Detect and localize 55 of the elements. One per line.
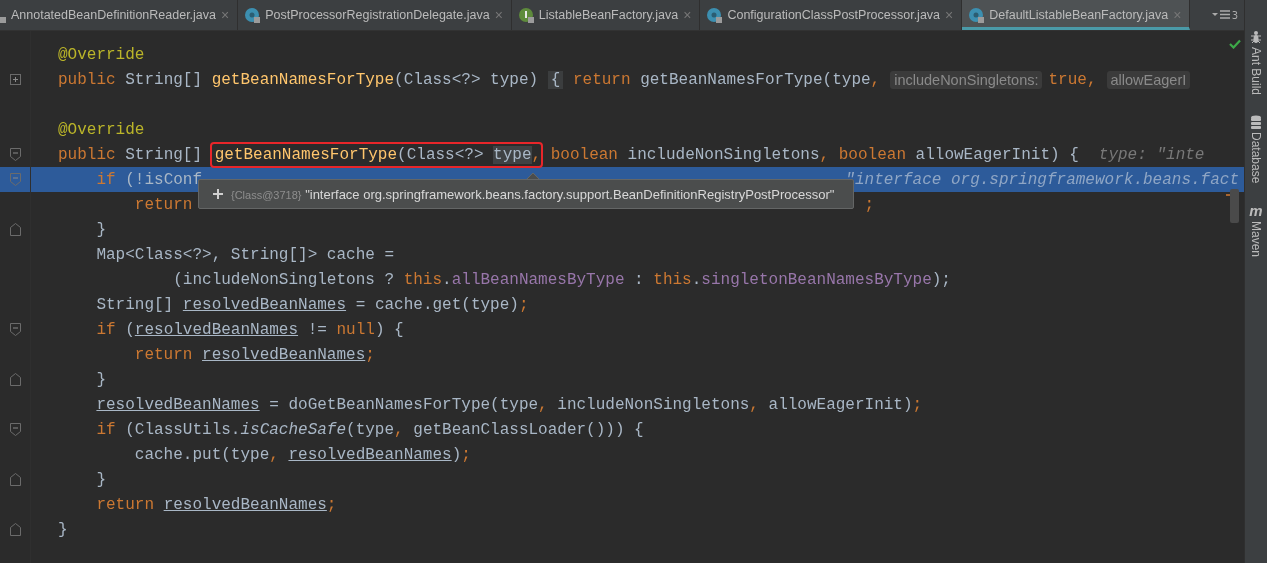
code-text: if (resolvedBeanNames != null) { [95, 320, 404, 339]
parameter-hint: includeNonSingletons: [890, 70, 1043, 89]
tooltip-text: {Class@3718} "interface org.springframework.beans.factory.support.BeanDefinitionRegistryPostProcessor" [231, 186, 835, 202]
code-text: if (ClassUtils.isCacheSafe(type, getBeanClassLoader())) { [95, 420, 644, 439]
fold-end-icon[interactable] [9, 373, 21, 386]
list-icon [1211, 10, 1230, 20]
fold-end-icon[interactable] [9, 473, 21, 486]
check-icon [1229, 39, 1241, 49]
editor-tab[interactable]: ListableBeanFactory.java × [511, 0, 701, 30]
code-text: } [95, 370, 106, 389]
code-text: public String[] getBeanNamesForType(Class<?> type) { return getBeanNamesForType(type, [58, 70, 881, 89]
editor-tab[interactable]: PostProcessorRegistrationDelegate.java × [238, 0, 512, 30]
highlighted-code: getBeanNamesForType(Class<?> type, [211, 143, 542, 166]
database-icon[interactable] [1250, 115, 1262, 130]
code-text: boolean includeNonSingletons, boolean allowEagerInit) { [549, 145, 1079, 164]
class-icon [244, 7, 261, 23]
code-text: return [133, 195, 193, 214]
inline-value-hint: "interface org.springframework.beans.fact [845, 170, 1239, 189]
code-text: return resolvedBeanNames; [95, 495, 337, 514]
lock-icon [0, 17, 6, 23]
code-text: } [95, 470, 106, 489]
code-text: public String[] [58, 145, 204, 164]
code-text: cache.put(type, resolvedBeanNames); [133, 445, 471, 464]
inline-value-hint: type: "inte [1098, 145, 1205, 164]
expand-icon[interactable] [9, 74, 21, 85]
class-icon [968, 7, 985, 23]
code-text: resolvedBeanNames = doGetBeanNamesForType(type, includeNonSingletons, allowEagerInit); [95, 395, 923, 414]
tool-window-button[interactable]: Maven [1249, 221, 1263, 258]
code-text: Map<Class<?>, String[]> cache = [95, 245, 395, 264]
code-text: return resolvedBeanNames; [133, 345, 375, 364]
code-text: true, [1048, 70, 1097, 89]
code-text: String[] resolvedBeanNames = cache.get(type); [95, 295, 529, 314]
code-text: } [58, 520, 68, 539]
fold-end-icon[interactable] [9, 523, 21, 536]
fold-icon[interactable] [9, 423, 21, 436]
parameter-hint: allowEagerI [1106, 70, 1191, 89]
ant-icon[interactable] [1249, 30, 1263, 44]
code-text: (includeNonSingletons ? this.allBeanNamesByType : this.singletonBeanNamesByType); [172, 270, 951, 289]
fold-icon[interactable] [9, 323, 21, 336]
maven-icon[interactable]: m [1249, 203, 1263, 219]
tool-window-button[interactable]: Database [1249, 132, 1263, 184]
code-text: ; [864, 195, 875, 214]
fold-end-icon[interactable] [9, 223, 21, 236]
code-text: } [95, 220, 106, 239]
code-text: @Override [58, 120, 145, 139]
code-text: @Override [58, 45, 145, 64]
editor-tab[interactable]: DefaultListableBeanFactory.java × [962, 0, 1191, 30]
class-icon [706, 7, 723, 23]
editor-tab[interactable]: AnnotatedBeanDefinitionReader.java × [0, 0, 239, 30]
tab-overflow-button[interactable]: 3 [1205, 0, 1244, 30]
interface-icon [517, 7, 534, 23]
fold-icon[interactable] [9, 148, 21, 161]
scrollbar-thumb[interactable] [1230, 189, 1239, 223]
tool-window-button[interactable]: Ant Build [1249, 47, 1263, 96]
code-text: if (!isConf [95, 170, 203, 189]
